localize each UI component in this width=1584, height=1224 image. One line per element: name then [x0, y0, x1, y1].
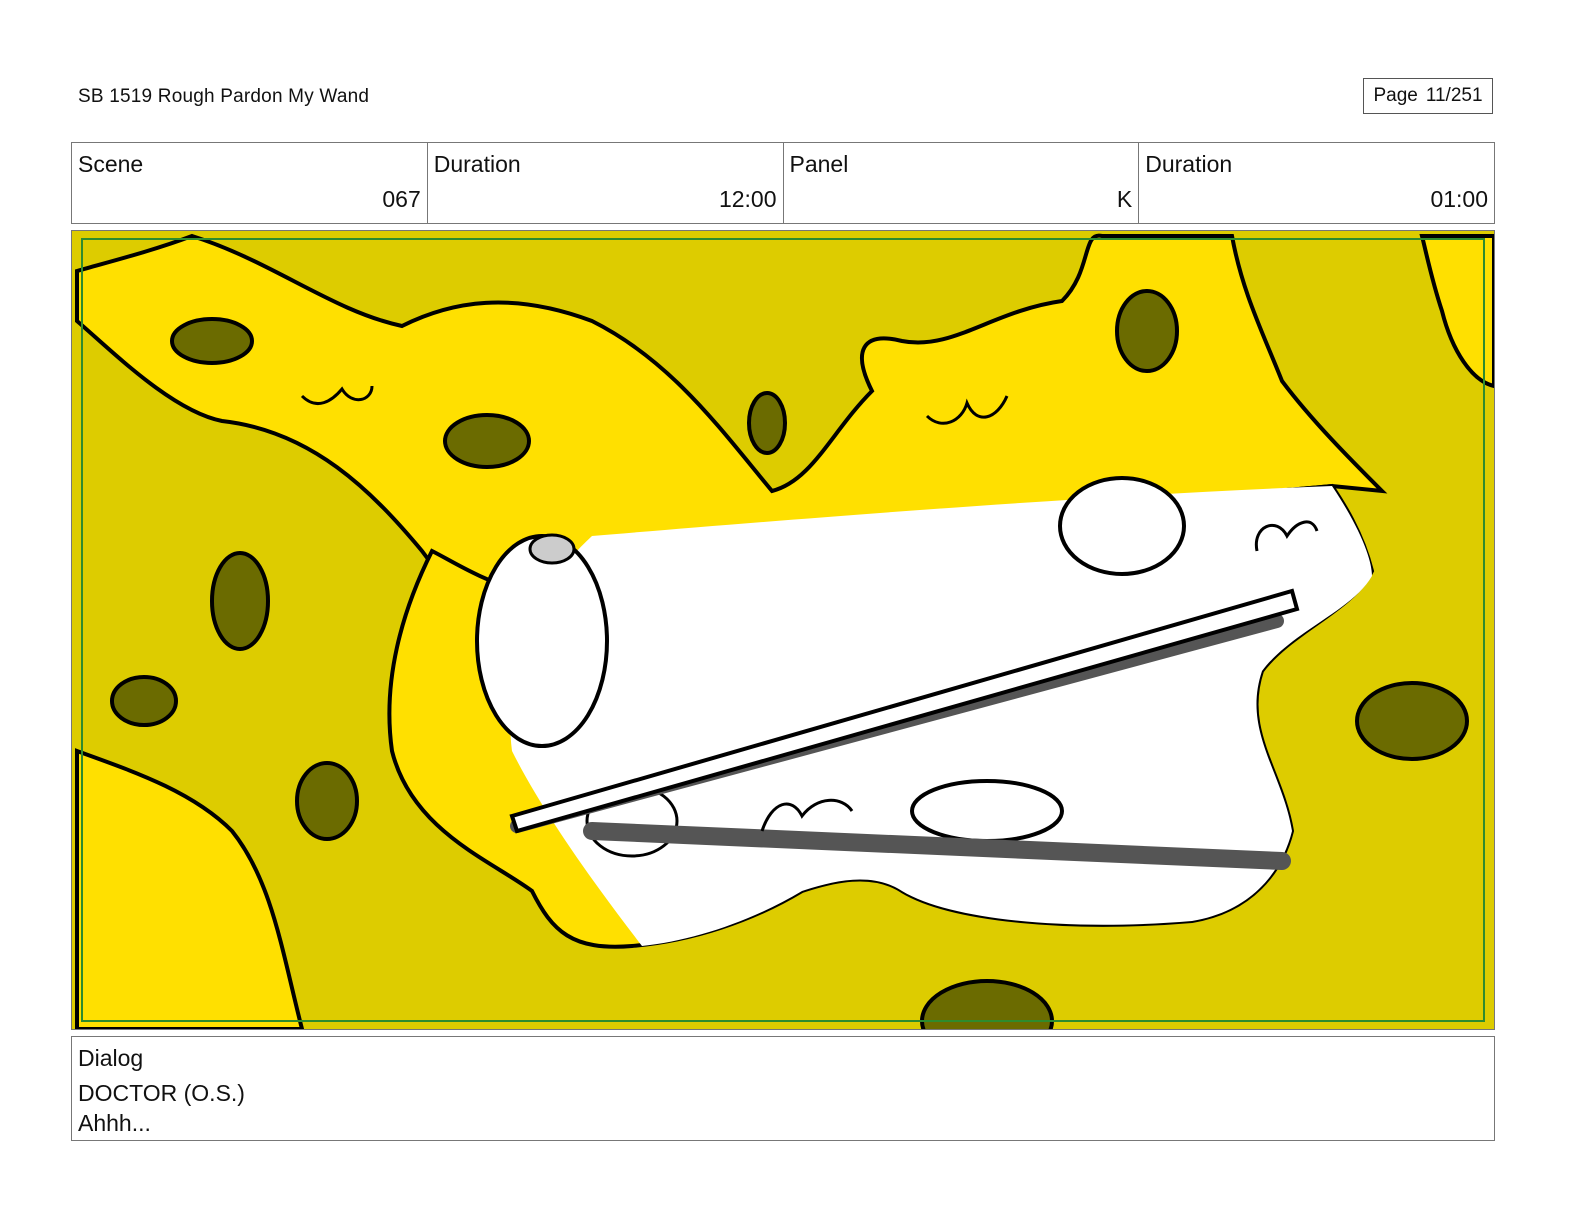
document-title: SB 1519 Rough Pardon My Wand [78, 86, 370, 107]
scene-duration-value: 12:00 [718, 186, 777, 212]
hole-olive-3 [210, 551, 270, 651]
panel-duration-cell: Duration 01:00 [1139, 143, 1494, 223]
hole-olive-2 [443, 413, 531, 469]
dialog-label: Dialog [78, 1045, 144, 1071]
panel-value: K [1116, 186, 1133, 212]
hole-white-3 [910, 779, 1064, 843]
scene-value: 067 [382, 186, 421, 212]
hole-white-2 [1058, 476, 1186, 576]
wand-tip [528, 533, 576, 565]
scene-label: Scene [78, 151, 144, 177]
hole-olive-7 [1115, 289, 1179, 373]
hole-olive-6 [747, 391, 787, 455]
page-label: Page [1373, 85, 1418, 106]
panel-drawing [72, 231, 1494, 1029]
info-table: Scene 067 Duration 12:00 Panel K Duratio… [71, 142, 1495, 224]
scene-cell: Scene 067 [72, 143, 428, 223]
page-number: 11/251 [1425, 85, 1483, 106]
hole-olive-1 [170, 317, 254, 365]
hole-olive-8 [1355, 681, 1469, 761]
panel-duration-value: 01:00 [1430, 186, 1488, 212]
scene-duration-cell: Duration 12:00 [428, 143, 784, 223]
hole-olive-5 [295, 761, 359, 841]
scene-duration-label: Duration [433, 151, 521, 177]
dialog-box: Dialog DOCTOR (O.S.) Ahhh... [71, 1036, 1495, 1141]
dialog-line: Ahhh... [78, 1110, 151, 1136]
page-indicator: Page 11/251 [1363, 78, 1493, 114]
storyboard-panel [71, 230, 1495, 1030]
hole-white-1 [475, 534, 609, 748]
panel-label: Panel [789, 151, 849, 177]
dialog-character: DOCTOR (O.S.) [78, 1080, 245, 1106]
hole-olive-4 [110, 675, 178, 727]
panel-cell: Panel K [784, 143, 1140, 223]
panel-duration-label: Duration [1145, 151, 1233, 177]
